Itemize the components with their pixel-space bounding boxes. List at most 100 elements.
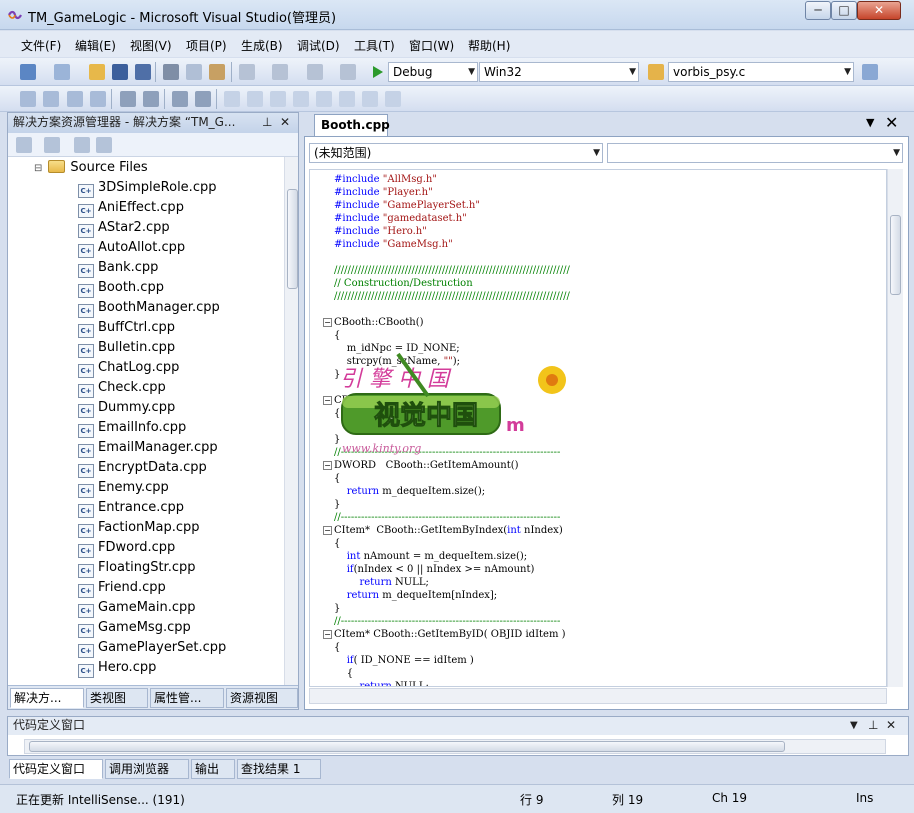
- previous-bookmark-in-document-icon[interactable]: [339, 91, 355, 107]
- increase-indent-icon[interactable]: [143, 91, 159, 107]
- tree-file-item[interactable]: C+ BoothManager.cpp: [78, 298, 220, 318]
- config-select[interactable]: Debug ▼: [388, 62, 478, 82]
- menu-help[interactable]: 帮助(H): [468, 37, 510, 54]
- solution-explorer-icon[interactable]: [862, 64, 878, 80]
- close-document-icon[interactable]: ✕: [885, 113, 898, 132]
- tab-property-manager[interactable]: 属性管...: [150, 688, 224, 708]
- copy-icon[interactable]: [186, 64, 202, 80]
- next-bookmark-icon[interactable]: [270, 91, 286, 107]
- tab-find-results[interactable]: 查找结果 1: [237, 759, 321, 779]
- scope-select[interactable]: (未知范围) ▼: [309, 143, 603, 163]
- tree-file-item[interactable]: C+ Booth.cpp: [78, 278, 164, 298]
- next-bookmark-in-document-icon[interactable]: [362, 91, 378, 107]
- tree-file-item[interactable]: C+ ChatLog.cpp: [78, 358, 179, 378]
- fold-toggle-icon[interactable]: −: [323, 630, 332, 639]
- menu-window[interactable]: 窗口(W): [409, 37, 454, 54]
- editor-vertical-scrollbar[interactable]: [887, 169, 903, 687]
- parameter-info-icon[interactable]: [43, 91, 59, 107]
- tree-file-item[interactable]: C+ Check.cpp: [78, 378, 166, 398]
- quick-info-icon[interactable]: [67, 91, 83, 107]
- redo-icon[interactable]: [272, 64, 288, 80]
- tab-code-definition[interactable]: 代码定义窗口: [9, 759, 103, 779]
- close-panel-icon[interactable]: ✕: [280, 113, 290, 132]
- minimize-button[interactable]: ─: [805, 1, 831, 20]
- tree-file-item[interactable]: C+ FactionMap.cpp: [78, 518, 200, 538]
- new-project-icon[interactable]: [20, 64, 36, 80]
- tree-file-item[interactable]: C+ Enemy.cpp: [78, 478, 169, 498]
- menu-file[interactable]: 文件(F): [21, 37, 61, 54]
- tree-file-item[interactable]: C+ AStar2.cpp: [78, 218, 170, 238]
- pin-icon[interactable]: ⊥: [868, 717, 878, 734]
- clear-bookmarks-icon[interactable]: [385, 91, 401, 107]
- cut-icon[interactable]: [163, 64, 179, 80]
- previous-bookmark-icon[interactable]: [247, 91, 263, 107]
- tree-file-item[interactable]: C+ FDword.cpp: [78, 538, 175, 558]
- tree-file-item[interactable]: C+ GamePlayerSet.cpp: [78, 638, 226, 658]
- tree-file-item[interactable]: C+ EncryptData.cpp: [78, 458, 207, 478]
- tree-file-item[interactable]: C+ Friend.cpp: [78, 578, 166, 598]
- properties-icon[interactable]: [16, 137, 32, 153]
- scrollbar-thumb[interactable]: [29, 741, 785, 752]
- complete-word-icon[interactable]: [90, 91, 106, 107]
- tab-class-view[interactable]: 类视图: [86, 688, 148, 708]
- tree-file-item[interactable]: C+ AniEffect.cpp: [78, 198, 184, 218]
- tree-file-item[interactable]: C+ Entrance.cpp: [78, 498, 184, 518]
- display-object-member-list-icon[interactable]: [20, 91, 36, 107]
- refresh-icon[interactable]: [74, 137, 90, 153]
- folder-source-files[interactable]: ⊟ Source Files: [34, 158, 148, 178]
- fold-toggle-icon[interactable]: −: [323, 318, 332, 327]
- pin-icon[interactable]: ⊥: [262, 113, 272, 132]
- tree-vertical-scrollbar[interactable]: [284, 157, 298, 685]
- tree-file-item[interactable]: C+ FloatingStr.cpp: [78, 558, 196, 578]
- save-icon[interactable]: [112, 64, 128, 80]
- previous-bookmark-in-folder-icon[interactable]: [293, 91, 309, 107]
- open-folder-icon[interactable]: [89, 64, 105, 80]
- tree-file-item[interactable]: C+ GameMsg.cpp: [78, 618, 191, 638]
- tree-file-item[interactable]: C+ 3DSimpleRole.cpp: [78, 178, 216, 198]
- find-combo[interactable]: vorbis_psy.c ▼: [668, 62, 854, 82]
- uncomment-lines-icon[interactable]: [195, 91, 211, 107]
- menu-view[interactable]: 视图(V): [130, 37, 172, 54]
- tree-file-item[interactable]: C+ Hero.cpp: [78, 658, 156, 678]
- menu-debug[interactable]: 调试(D): [297, 37, 340, 54]
- maximize-button[interactable]: □: [831, 1, 857, 20]
- tab-output[interactable]: 输出: [191, 759, 235, 779]
- collapse-icon[interactable]: ⊟: [34, 163, 42, 174]
- start-debugging-icon[interactable]: [370, 64, 386, 80]
- tab-resource-view[interactable]: 资源视图: [226, 688, 298, 708]
- save-all-icon[interactable]: [135, 64, 151, 80]
- tree-file-item[interactable]: C+ EmailInfo.cpp: [78, 418, 186, 438]
- close-panel-icon[interactable]: ✕: [886, 717, 896, 734]
- toggle-bookmark-icon[interactable]: [224, 91, 240, 107]
- editor-horizontal-scrollbar[interactable]: [309, 688, 887, 704]
- scrollbar-thumb[interactable]: [287, 189, 298, 289]
- add-item-icon[interactable]: [54, 64, 70, 80]
- navigate-forward-icon[interactable]: [340, 64, 356, 80]
- next-bookmark-in-folder-icon[interactable]: [316, 91, 332, 107]
- active-files-dropdown-icon[interactable]: ▼: [866, 116, 874, 129]
- tree-file-item[interactable]: C+ Dummy.cpp: [78, 398, 175, 418]
- show-all-files-icon[interactable]: [44, 137, 60, 153]
- fold-toggle-icon[interactable]: −: [323, 396, 332, 405]
- menu-project[interactable]: 项目(P): [186, 37, 227, 54]
- tab-booth-cpp[interactable]: Booth.cpp: [314, 114, 390, 136]
- undo-icon[interactable]: [239, 64, 255, 80]
- tab-call-browser[interactable]: 调用浏览器: [105, 759, 189, 779]
- scrollbar-thumb[interactable]: [890, 215, 901, 295]
- tab-solution-explorer[interactable]: 解决方...: [10, 688, 84, 708]
- menu-tools[interactable]: 工具(T): [354, 37, 395, 54]
- tree-file-item[interactable]: C+ EmailManager.cpp: [78, 438, 218, 458]
- tree-file-item[interactable]: C+ AutoAllot.cpp: [78, 238, 185, 258]
- tree-file-item[interactable]: C+ Bulletin.cpp: [78, 338, 175, 358]
- tree-file-item[interactable]: C+ BuffCtrl.cpp: [78, 318, 175, 338]
- decrease-indent-icon[interactable]: [120, 91, 136, 107]
- fold-toggle-icon[interactable]: −: [323, 526, 332, 535]
- platform-select[interactable]: Win32 ▼: [479, 62, 639, 82]
- code-definition-scrollbar[interactable]: [24, 739, 886, 754]
- dropdown-icon[interactable]: ▼: [850, 717, 858, 734]
- member-select[interactable]: ▼: [607, 143, 903, 163]
- menu-edit[interactable]: 编辑(E): [75, 37, 116, 54]
- fold-toggle-icon[interactable]: −: [323, 461, 332, 470]
- tree-file-item[interactable]: C+ GameMain.cpp: [78, 598, 196, 618]
- tree-file-item[interactable]: C+ Bank.cpp: [78, 258, 158, 278]
